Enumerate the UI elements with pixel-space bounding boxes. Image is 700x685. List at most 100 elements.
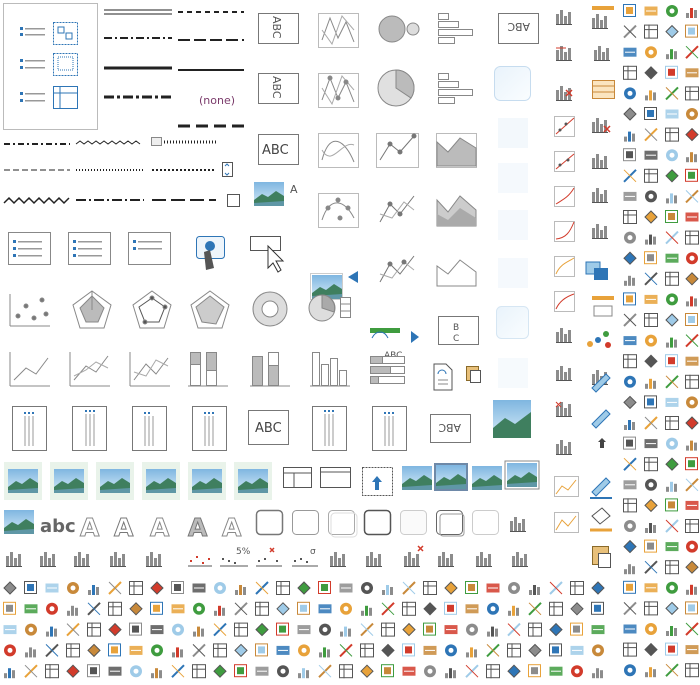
toolbar-icon[interactable] [108, 601, 122, 616]
line-chart-icon[interactable] [379, 255, 415, 283]
toolbar-icon[interactable] [666, 437, 678, 450]
layout-form-icon[interactable] [320, 467, 351, 488]
toolbar-icon[interactable] [129, 602, 143, 616]
toolbar-icon[interactable] [623, 313, 637, 327]
toolbar-icon[interactable] [67, 582, 79, 594]
toolbar-icon[interactable] [549, 666, 563, 676]
toolbar-icon[interactable] [623, 498, 637, 513]
dot-chart-icon[interactable] [256, 547, 282, 567]
column-chart-icon[interactable] [365, 551, 383, 567]
toolbar-icon[interactable] [623, 539, 637, 554]
toolbar-icon[interactable] [87, 602, 101, 616]
bar-chart-icon[interactable] [370, 356, 405, 384]
chart-icon[interactable] [318, 133, 359, 168]
text-box-icon[interactable]: ABC [258, 13, 299, 44]
toolbar-icon[interactable] [444, 625, 458, 635]
pie-chart-icon[interactable] [377, 69, 415, 107]
toolbar-icon[interactable] [381, 664, 394, 678]
toolbar-icon[interactable] [644, 251, 657, 265]
format-brush-icon[interactable] [591, 409, 611, 429]
toolbar-icon[interactable] [255, 581, 269, 595]
toolbar-icon[interactable] [234, 622, 248, 637]
toolbar-icon[interactable] [528, 622, 542, 637]
toolbar-icon[interactable] [623, 210, 637, 224]
toolbar-icon[interactable] [624, 231, 636, 244]
area-chart-icon[interactable] [554, 476, 579, 497]
toolbar-icon[interactable] [623, 457, 637, 471]
toolbar-icon[interactable] [665, 354, 678, 368]
toolbar-icon[interactable] [213, 622, 227, 637]
toolbar-icon[interactable] [685, 45, 699, 59]
wordart-icon[interactable]: A [150, 513, 171, 543]
toolbar-icon[interactable] [382, 585, 393, 595]
toolbar-icon[interactable] [507, 643, 521, 658]
toolbar-icon[interactable] [645, 478, 657, 491]
toolbar-icon[interactable] [24, 604, 38, 614]
toolbar-icon[interactable] [508, 605, 519, 616]
toolbar-icon[interactable] [645, 46, 657, 59]
toolbar-icon[interactable] [465, 664, 479, 678]
toolbar-icon[interactable] [644, 416, 658, 430]
toolbar-icon[interactable] [685, 374, 699, 389]
toolbar-icon[interactable] [665, 230, 679, 245]
toolbar-icon[interactable] [4, 668, 15, 679]
toolbar-icon[interactable] [623, 580, 636, 594]
toolbar-icon[interactable] [623, 336, 637, 346]
trendline-icon[interactable] [554, 256, 575, 277]
toolbar-icon[interactable] [445, 668, 456, 679]
toolbar-icon[interactable] [644, 601, 658, 616]
toolbar-icon[interactable] [45, 583, 59, 593]
toolbar-icon[interactable] [255, 601, 269, 616]
toolbar-icon[interactable] [666, 149, 678, 162]
bar-of-pie-icon[interactable] [308, 294, 351, 322]
toolbar-icon[interactable] [570, 622, 583, 636]
toolbar-icon[interactable] [87, 643, 101, 658]
toolbar-icon[interactable] [276, 581, 290, 595]
toolbar-icon[interactable] [129, 622, 142, 636]
toolbar-icon[interactable] [297, 581, 311, 595]
toolbar-icon[interactable] [645, 334, 657, 347]
toolbar-icon[interactable] [666, 49, 677, 60]
toolbar-icon[interactable] [685, 230, 699, 245]
chart-title-icon[interactable] [592, 296, 614, 317]
wordart-icon[interactable]: A [188, 513, 209, 543]
text-box-icon[interactable]: ABC [498, 13, 539, 44]
toolbar-icon[interactable] [592, 644, 604, 657]
toolbar-icon[interactable] [645, 623, 657, 635]
toolbar-icon[interactable] [150, 601, 163, 615]
radar-chart-icon[interactable] [132, 290, 172, 329]
toolbar-icon[interactable] [129, 581, 143, 595]
toolbar-icon[interactable] [665, 271, 679, 286]
area-chart-icon[interactable] [436, 259, 477, 287]
column-chart-icon[interactable] [511, 551, 529, 567]
toolbar-icon[interactable] [645, 667, 656, 678]
trendline-icon[interactable] [554, 151, 575, 172]
text-style-icon[interactable]: abc [40, 516, 76, 537]
toolbar-icon[interactable] [528, 664, 541, 678]
toolbar-icon[interactable] [644, 6, 658, 16]
toolbar-icon[interactable] [644, 439, 658, 449]
picture-effect-icon[interactable] [498, 258, 528, 288]
text-box-icon[interactable]: ABC [258, 73, 299, 104]
column-chart-icon[interactable] [475, 551, 493, 567]
toolbar-icon[interactable] [686, 440, 697, 451]
toolbar-icon[interactable] [466, 647, 477, 658]
toolbar-icon[interactable] [298, 644, 310, 657]
toolbar-icon[interactable] [623, 395, 637, 410]
toolbar-icon[interactable] [685, 622, 699, 636]
toolbar-icon[interactable] [234, 602, 248, 616]
list-layout-icon[interactable] [128, 232, 171, 265]
radar-chart-icon[interactable] [190, 290, 230, 329]
column-chart-icon[interactable] [250, 352, 290, 387]
toolbar-icon[interactable] [507, 664, 521, 678]
toolbar-icon[interactable] [644, 395, 657, 409]
toolbar-icon[interactable] [623, 251, 637, 265]
toolbar-icon[interactable] [623, 354, 637, 369]
toolbar-icon[interactable] [486, 643, 500, 658]
toolbar-icon[interactable] [685, 356, 699, 366]
toolbar-icon[interactable] [444, 601, 457, 615]
toolbar-icon[interactable] [686, 108, 698, 120]
toolbar-icon[interactable] [686, 152, 697, 163]
toolbar-icon[interactable] [624, 87, 636, 100]
toolbar-icon[interactable] [235, 585, 246, 595]
